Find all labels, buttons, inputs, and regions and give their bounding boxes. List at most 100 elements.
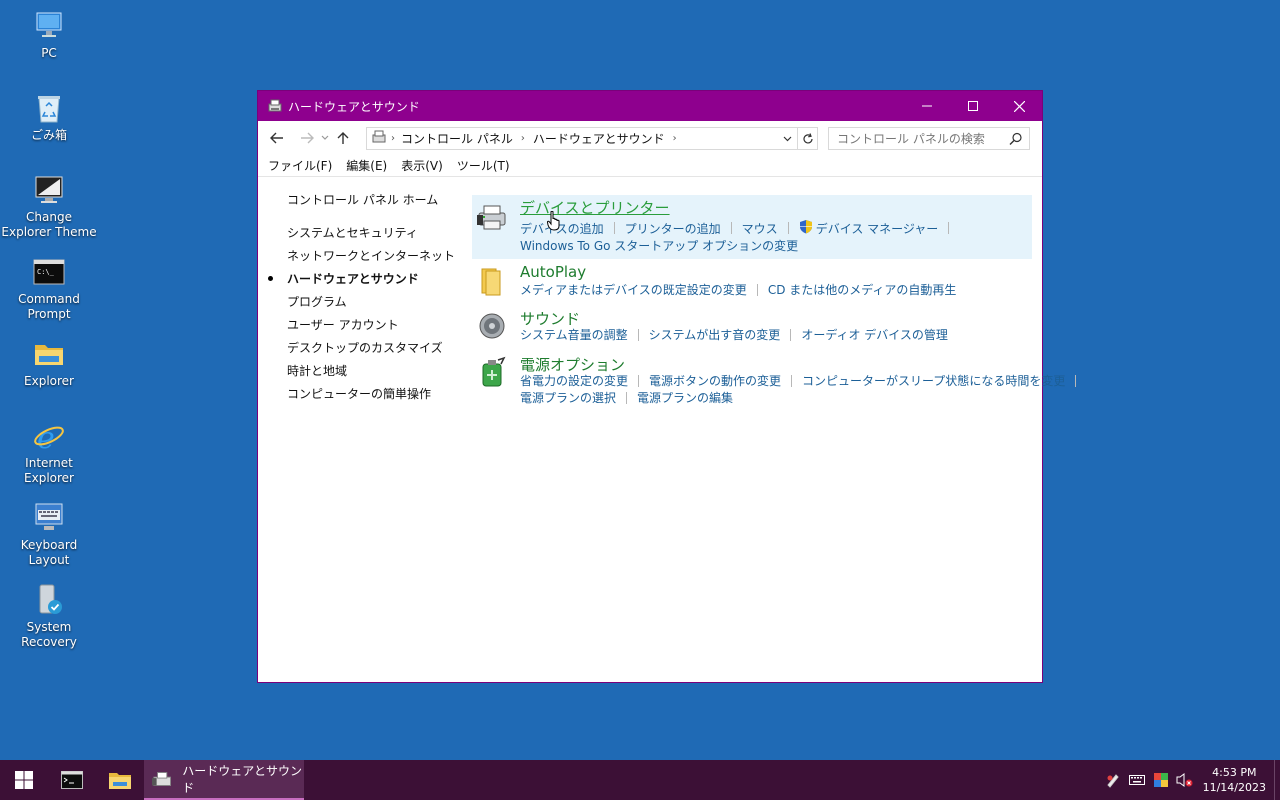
category-links-row: デバイスの追加 プリンターの追加 マウス デバイス マネージャー <box>520 219 959 237</box>
link-separator <box>637 328 639 341</box>
title-bar[interactable]: ハードウェアとサウンド <box>258 91 1042 121</box>
menu-tools[interactable]: ツール(T) <box>451 157 516 174</box>
minimize-button[interactable] <box>904 91 950 121</box>
navigation-bar: › コントロール パネル › ハードウェアとサウンド › <box>258 121 1042 155</box>
breadcrumb-control-panel[interactable]: コントロール パネル <box>401 130 513 147</box>
keyboard-icon[interactable] <box>1125 760 1149 800</box>
desktop-icon-recycle-bin[interactable]: ごみ箱 <box>0 90 98 143</box>
control-panel-window: ハードウェアとサウンド › コントロール パネル › ハードウェアとサウンド ›… <box>257 90 1077 683</box>
clock[interactable]: 4:53 PM 11/14/2023 <box>1203 765 1266 795</box>
category-links-row: 省電力の設定の変更 電源ボタンの動作の変更 コンピューターがスリープ状態になる時… <box>520 372 1086 389</box>
minimize-icon <box>922 105 932 107</box>
link-edit-power-plan[interactable]: 電源プランの編集 <box>637 389 733 406</box>
show-desktop-button[interactable] <box>1274 760 1280 800</box>
refresh-button[interactable] <box>797 128 817 149</box>
link-adjust-volume[interactable]: システム音量の調整 <box>520 326 628 343</box>
volume-muted-icon[interactable] <box>1173 760 1197 800</box>
address-dropdown-button[interactable] <box>779 128 795 149</box>
recovery-icon <box>31 582 67 618</box>
link-add-printer[interactable]: プリンターの追加 <box>625 220 721 237</box>
desktop-icon-system-recovery[interactable]: System Recovery <box>0 582 98 650</box>
nav-network-internet[interactable]: ネットワークとインターネット <box>287 247 455 264</box>
desktop-icon-pc[interactable]: PC <box>0 8 98 61</box>
link-separator <box>613 222 615 234</box>
chevron-down-icon <box>321 135 329 140</box>
close-button[interactable] <box>996 91 1042 121</box>
desktop-icon-label: Command Prompt <box>18 292 80 321</box>
nav-appearance-personalization[interactable]: デスクトップのカスタマイズ <box>287 339 443 356</box>
link-sleep-time[interactable]: コンピューターがスリープ状態になる時間を変更 <box>802 372 1065 389</box>
category-links-row: メディアまたはデバイスの既定設定の変更 CD または他のメディアの自動再生 <box>520 281 956 298</box>
link-change-default-settings[interactable]: メディアまたはデバイスの既定設定の変更 <box>520 281 747 298</box>
breadcrumb-separator[interactable]: › <box>521 133 525 144</box>
hand-cursor-icon <box>546 210 561 234</box>
link-separator <box>1075 374 1077 387</box>
desktop-icon-change-explorer-theme[interactable]: Change Explorer Theme <box>0 172 98 240</box>
nav-clock-region[interactable]: 時計と地域 <box>287 362 347 379</box>
desktop-icon-internet-explorer[interactable]: e Internet Explorer <box>0 418 98 486</box>
clock-date: 11/14/2023 <box>1202 781 1266 794</box>
menu-view[interactable]: 表示(V) <box>395 157 449 174</box>
taskbar-hardware-sound-window[interactable]: ハードウェアとサウンド <box>144 760 304 800</box>
monitor-icon <box>31 172 67 208</box>
forward-button[interactable] <box>296 127 318 149</box>
link-change-system-sounds[interactable]: システムが出す音の変更 <box>649 326 781 343</box>
link-manage-audio-devices[interactable]: オーディオ デバイスの管理 <box>801 326 948 343</box>
clock-time: 4:53 PM <box>1212 766 1257 779</box>
tray-pen-icon[interactable] <box>1101 760 1125 800</box>
link-windows-to-go[interactable]: Windows To Go スタートアップ オプションの変更 <box>520 237 798 254</box>
desktop-icon-keyboard-layout[interactable]: Keyboard Layout <box>0 500 98 568</box>
maximize-button[interactable] <box>950 91 996 121</box>
breadcrumb-separator[interactable]: › <box>673 133 677 144</box>
breadcrumb-hardware-sound[interactable]: ハードウェアとサウンド <box>533 130 665 147</box>
link-choose-power-plan[interactable]: 電源プランの選択 <box>520 389 616 406</box>
taskbar-window-label: ハードウェアとサウンド <box>182 764 302 795</box>
back-button[interactable] <box>266 127 288 149</box>
control-panel-home-link[interactable]: コントロール パネル ホーム <box>287 191 438 208</box>
taskbar-command-prompt[interactable] <box>48 760 96 800</box>
nav-system-security[interactable]: システムとセキュリティ <box>287 224 418 241</box>
close-icon <box>1013 100 1025 112</box>
search-icon[interactable] <box>1009 132 1023 149</box>
uac-shield-icon <box>799 219 813 237</box>
desktop-icon-label: Keyboard Layout <box>20 538 78 567</box>
category-sound: サウンド システム音量の調整 システムが出す音の変更 オーディオ デバイスの管理 <box>472 306 1032 350</box>
category-links-row: システム音量の調整 システムが出す音の変更 オーディオ デバイスの管理 <box>520 326 948 343</box>
desktop-icon-label: System Recovery <box>21 620 77 649</box>
link-autoplay-cd[interactable]: CD または他のメディアの自動再生 <box>768 281 957 298</box>
category-title-autoplay[interactable]: AutoPlay <box>520 263 586 281</box>
color-app-icon[interactable] <box>1149 760 1173 800</box>
search-box[interactable] <box>828 127 1030 150</box>
link-separator <box>787 222 789 234</box>
link-device-manager[interactable]: デバイス マネージャー <box>816 220 939 237</box>
menu-file[interactable]: ファイル(F) <box>262 157 338 174</box>
link-add-device[interactable]: デバイスの追加 <box>520 220 604 237</box>
nav-ease-of-access[interactable]: コンピューターの簡単操作 <box>287 385 431 402</box>
link-separator <box>948 222 950 234</box>
link-power-saving-settings[interactable]: 省電力の設定の変更 <box>520 372 628 389</box>
folder-icon <box>109 773 131 789</box>
address-bar[interactable]: › コントロール パネル › ハードウェアとサウンド › <box>366 127 818 150</box>
search-input[interactable] <box>837 131 997 146</box>
desktop-icon-label: PC <box>41 46 57 60</box>
category-links-row: 電源プランの選択 電源プランの編集 <box>520 389 733 406</box>
nav-user-accounts[interactable]: ユーザー アカウント <box>287 316 399 333</box>
desktop-icon-command-prompt[interactable]: C:\_ Command Prompt <box>0 254 98 322</box>
link-power-button-action[interactable]: 電源ボタンの動作の変更 <box>649 372 781 389</box>
recent-locations-button[interactable] <box>318 127 332 149</box>
taskbar-file-explorer[interactable] <box>96 760 144 800</box>
link-separator <box>756 283 758 296</box>
category-title-devices-printers[interactable]: デバイスとプリンター <box>520 197 670 218</box>
svg-text:C:\_: C:\_ <box>37 268 55 276</box>
nav-hardware-sound: ハードウェアとサウンド <box>287 272 419 286</box>
up-button[interactable] <box>332 127 354 149</box>
start-button[interactable] <box>0 760 48 800</box>
link-mouse[interactable]: マウス <box>742 220 778 237</box>
menu-edit[interactable]: 編集(E) <box>340 157 393 174</box>
ie-icon: e <box>31 418 67 454</box>
desktop-icon-explorer[interactable]: Explorer <box>0 336 98 389</box>
menu-bar: ファイル(F) 編集(E) 表示(V) ツール(T) <box>258 155 1042 177</box>
nav-programs[interactable]: プログラム <box>287 293 347 310</box>
link-separator <box>626 391 628 404</box>
arrow-up-icon <box>337 132 349 144</box>
